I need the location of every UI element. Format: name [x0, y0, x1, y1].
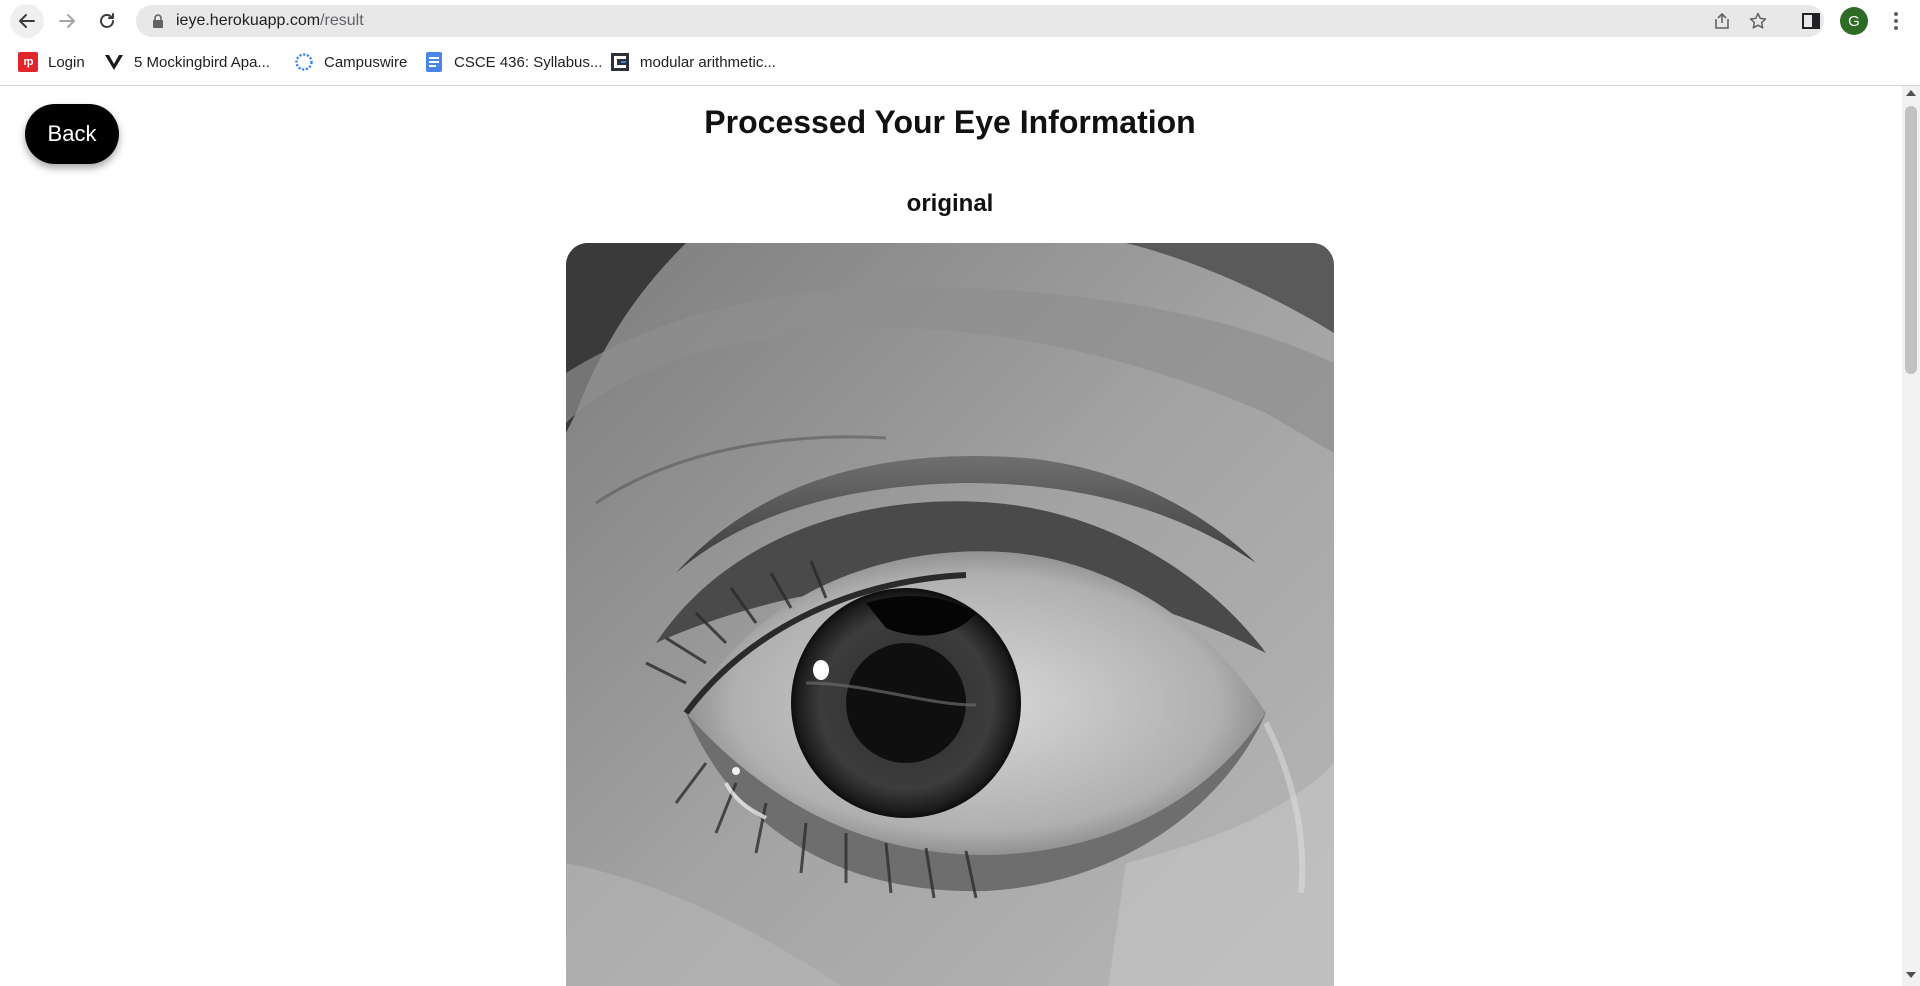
avatar[interactable]: G — [1840, 7, 1868, 35]
url-text[interactable]: ieye.herokuapp.com/result — [176, 12, 364, 30]
browser-toolbar: ieye.herokuapp.com/result G — [0, 0, 1920, 43]
page-content: Back Processed Your Eye Information orig… — [0, 86, 1900, 986]
image-label: original — [906, 190, 994, 217]
scrollbar-thumb[interactable] — [1905, 106, 1917, 374]
bookmark-mockingbird[interactable]: 5 Mockingbird Apa... — [104, 50, 270, 74]
browser-chrome: ieye.herokuapp.com/result G rp Login 5 M… — [0, 0, 1920, 86]
url-path: /result — [320, 12, 364, 29]
bookmarks-bar: rp Login 5 Mockingbird Apa... Campuswire… — [0, 46, 1920, 78]
vertical-scrollbar[interactable] — [1902, 86, 1920, 986]
side-panel-icon[interactable] — [1801, 11, 1821, 31]
eye-photo — [566, 243, 1334, 986]
bookmark-label: modular arithmetic... — [640, 53, 776, 71]
share-icon[interactable] — [1712, 11, 1732, 31]
reload-icon[interactable] — [90, 4, 124, 38]
scroll-down-arrow-icon[interactable] — [1906, 972, 1916, 978]
lock-icon[interactable] — [150, 13, 166, 29]
bookmark-login[interactable]: rp Login — [18, 50, 85, 74]
back-arrow-icon[interactable] — [10, 4, 44, 38]
address-bar[interactable]: ieye.herokuapp.com/result — [136, 5, 1824, 37]
bookmark-label: Campuswire — [324, 53, 408, 71]
more-menu-icon[interactable] — [1884, 9, 1908, 33]
campuswire-favicon-icon — [294, 52, 314, 72]
c-favicon-icon — [610, 52, 630, 72]
v-logo-favicon-icon — [104, 52, 124, 72]
url-domain: ieye.herokuapp.com — [176, 12, 321, 29]
forward-arrow-icon[interactable] — [50, 4, 84, 38]
bookmark-label: 5 Mockingbird Apa... — [134, 53, 270, 71]
scroll-up-arrow-icon[interactable] — [1906, 90, 1916, 96]
bookmark-label: Login — [48, 53, 85, 71]
bookmark-csce-syllabus[interactable]: CSCE 436: Syllabus... — [424, 50, 602, 74]
bookmark-modular-arithmetic[interactable]: modular arithmetic... — [610, 50, 776, 74]
bookmark-campuswire[interactable]: Campuswire — [294, 50, 407, 74]
page-title: Processed Your Eye Information — [704, 104, 1196, 140]
google-docs-favicon-icon — [424, 52, 444, 72]
rp-favicon-icon: rp — [18, 52, 38, 72]
bookmark-label: CSCE 436: Syllabus... — [454, 53, 603, 71]
bookmark-star-icon[interactable] — [1748, 11, 1768, 31]
